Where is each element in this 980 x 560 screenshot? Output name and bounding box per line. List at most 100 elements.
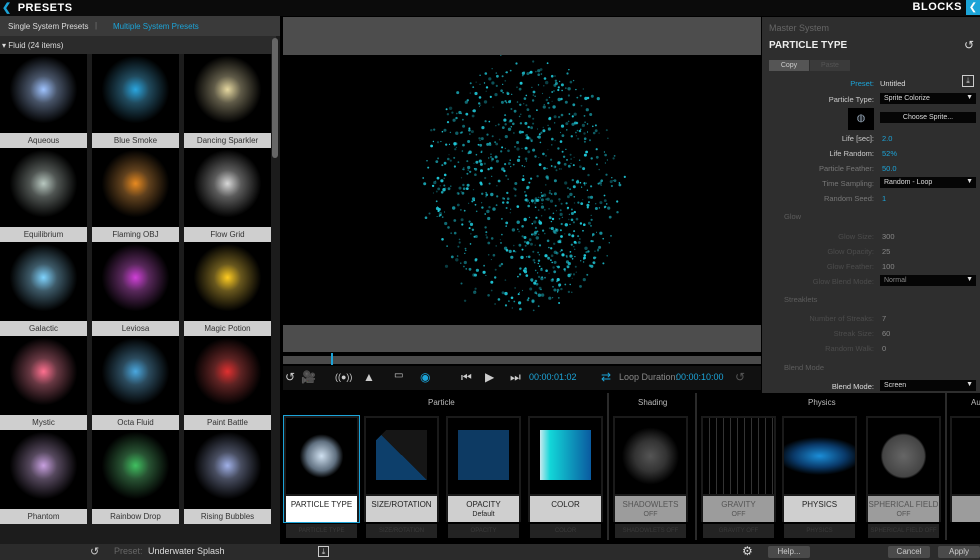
particle	[558, 200, 560, 202]
module-size-rotation[interactable]: SIZE/ROTATION SIZE/ROTATION	[364, 416, 439, 538]
preview-viewer[interactable]	[283, 55, 761, 325]
collapse-right-icon[interactable]: ❮	[966, 0, 980, 15]
random-seed-value[interactable]: 1	[882, 194, 886, 203]
module-shadowlets[interactable]: SHADOWLETS OFF SHADOWLETS OFF	[613, 416, 688, 538]
group-shading[interactable]: Shading	[638, 398, 667, 407]
particle	[494, 303, 496, 305]
group-physics[interactable]: Physics	[808, 398, 836, 407]
particle	[556, 288, 560, 292]
particle	[554, 139, 556, 142]
particle	[564, 223, 568, 227]
collapse-left-icon[interactable]: ❮	[2, 2, 12, 14]
reset-module-icon[interactable]: ↺	[964, 38, 974, 52]
module-gravity[interactable]: GRAVITY OFF GRAVITY OFF	[701, 416, 776, 538]
module-opacity[interactable]: OPACITY Default OPACITY	[446, 416, 521, 538]
skip-end-icon[interactable]: ⏭	[510, 370, 521, 385]
copy-button[interactable]: Copy	[769, 60, 809, 71]
module-partial[interactable]	[950, 416, 980, 522]
revert-icon[interactable]: ↺	[90, 545, 99, 558]
cancel-button[interactable]: Cancel	[888, 546, 930, 558]
sprite-thumbnail[interactable]: ◍	[848, 108, 874, 130]
module-physics[interactable]: PHYSICS PHYSICS	[782, 416, 857, 538]
preset-tile[interactable]: Leviosa	[92, 242, 179, 336]
save-preset-icon[interactable]: ⤓	[318, 546, 329, 557]
particle-feather-value[interactable]: 50.0	[882, 164, 897, 173]
particle	[552, 212, 555, 215]
blend-mode-select[interactable]: Screen ▼	[880, 380, 976, 391]
particle	[553, 260, 557, 264]
broadcast-icon[interactable]: ((●))	[335, 372, 352, 382]
help-button[interactable]: Help...	[768, 546, 810, 558]
presets-header[interactable]: ❮ PRESETS	[2, 1, 73, 14]
particle	[472, 86, 475, 88]
preset-tile[interactable]: Octa Fluid	[92, 336, 179, 430]
preset-tile[interactable]: Paint Battle	[184, 336, 271, 430]
save-preset-icon[interactable]: ⤓	[962, 75, 974, 87]
preset-tile[interactable]: Blue Smoke	[92, 54, 179, 148]
particle	[567, 164, 571, 168]
life-value[interactable]: 2.0	[882, 134, 892, 143]
loop-reset-icon[interactable]: ↺	[735, 370, 745, 384]
particle	[579, 238, 581, 240]
particle	[467, 140, 471, 143]
loop-icon[interactable]: ⇄	[601, 370, 611, 384]
preset-thumbnail	[0, 336, 87, 415]
group-audio[interactable]: Au	[971, 398, 980, 407]
timeline-bar[interactable]	[283, 356, 761, 364]
folder-fluid[interactable]: ▾ Fluid (24 items)	[0, 36, 276, 54]
particle	[527, 150, 531, 154]
preset-tile[interactable]: Dancing Sparkler	[184, 54, 271, 148]
module-color[interactable]: COLOR COLOR	[528, 416, 603, 538]
particle	[500, 55, 502, 56]
group-particle[interactable]: Particle	[428, 398, 455, 407]
preset-tile[interactable]: Rising Bubbles	[184, 430, 271, 524]
loop-duration-value[interactable]: 00:00:10:00	[676, 372, 724, 382]
particle	[500, 89, 503, 92]
particle	[458, 238, 461, 241]
skip-start-icon[interactable]: ⏮	[461, 370, 472, 385]
particle	[513, 300, 516, 303]
playhead[interactable]	[330, 353, 333, 365]
module-spherical-field[interactable]: SPHERICAL FIELD OFF SPHERICAL FIELD OFF	[866, 416, 941, 538]
particle	[569, 273, 572, 276]
paste-button[interactable]: Paste	[810, 60, 850, 71]
choose-sprite-button[interactable]: Choose Sprite...	[880, 112, 976, 123]
preset-label: Leviosa	[92, 321, 179, 336]
preset-tile[interactable]: Aqueous	[0, 54, 87, 148]
camera-icon[interactable]: 🎥	[301, 370, 316, 384]
particle	[487, 254, 490, 256]
preset-tile[interactable]: Flaming OBJ	[92, 148, 179, 242]
particle-type-select[interactable]: Sprite Colorize ▼	[880, 93, 976, 104]
eye-icon[interactable]: ◉	[420, 370, 430, 384]
preset-tile[interactable]: Equilibrium	[0, 148, 87, 242]
life-random-value[interactable]: 52%	[882, 149, 897, 158]
preset-tile[interactable]: Galactic	[0, 242, 87, 336]
preset-tile[interactable]: Rainbow Drop	[92, 430, 179, 524]
particle	[494, 155, 498, 159]
particle-type-label: Particle Type:	[828, 95, 874, 104]
particle	[495, 84, 498, 87]
tab-single-system-presets[interactable]: Single System Presets	[8, 22, 88, 31]
particle	[504, 114, 507, 117]
particle	[554, 122, 556, 124]
window-icon[interactable]: ▭	[394, 370, 403, 381]
particle	[532, 202, 534, 204]
tab-multiple-system-presets[interactable]: Multiple System Presets	[113, 22, 199, 31]
particle	[460, 177, 463, 179]
preset-tile[interactable]: Magic Potion	[184, 242, 271, 336]
time-sampling-select[interactable]: Random - Loop ▼	[880, 177, 976, 188]
particle	[561, 253, 565, 257]
transport-bar: ↺ 🎥 ((●)) ▲ ▭ ◉ ⏮ ▶ ⏭ 00:00:01:02 ⇄ Loop…	[283, 366, 761, 390]
motion-blur-icon[interactable]: ▲	[363, 370, 375, 384]
preset-tile[interactable]: Phantom	[0, 430, 87, 524]
apply-button[interactable]: Apply	[938, 546, 980, 558]
particle	[537, 259, 541, 262]
particle	[484, 176, 487, 180]
preset-tile[interactable]: Flow Grid	[184, 148, 271, 242]
preset-tile[interactable]: Mystic	[0, 336, 87, 430]
presets-scrollbar[interactable]	[272, 38, 278, 158]
module-particle-type[interactable]: PARTICLE TYPE PARTICLE TYPE	[283, 415, 360, 538]
play-icon[interactable]: ▶	[485, 370, 494, 384]
settings-gear-icon[interactable]: ⚙	[742, 544, 753, 558]
reset-icon[interactable]: ↺	[285, 370, 295, 384]
